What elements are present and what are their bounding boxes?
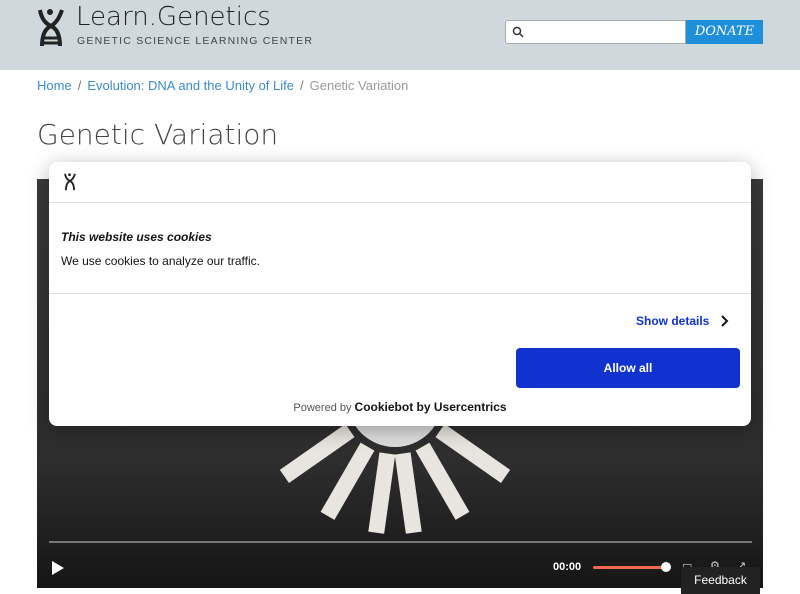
search-icon [512, 26, 524, 38]
cookie-dialog: This website uses cookies We use cookies… [49, 162, 751, 426]
show-details-link[interactable]: Show details [636, 314, 729, 328]
breadcrumb-current: Genetic Variation [309, 78, 409, 93]
divider [49, 293, 751, 294]
page-title: Genetic Variation [37, 118, 279, 151]
cookiebot-brand[interactable]: Cookiebot by Usercentrics [355, 400, 507, 414]
cookie-header [49, 162, 751, 203]
allow-all-button[interactable]: Allow all [516, 348, 740, 388]
feedback-button[interactable]: Feedback [681, 567, 760, 594]
powered-by: Powered by Cookiebot by Usercentrics [49, 400, 751, 414]
breadcrumb-separator: / [300, 78, 304, 93]
play-icon[interactable] [51, 560, 65, 576]
donate-button[interactable]: DONATE [686, 20, 763, 44]
site-header: Learn.Genetics GENETIC SCIENCE LEARNING … [0, 0, 800, 70]
cookie-text: We use cookies to analyze our traffic. [61, 254, 260, 268]
site-logo[interactable]: Learn.Genetics GENETIC SCIENCE LEARNING … [36, 2, 312, 50]
chevron-right-icon [721, 315, 729, 327]
breadcrumb: Home / Evolution: DNA and the Unity of Lif… [37, 78, 408, 93]
volume-slider[interactable] [593, 566, 665, 569]
logo-subtitle: GENETIC SCIENCE LEARNING CENTER [77, 35, 314, 47]
video-time: 00:00 [553, 561, 582, 573]
breadcrumb-home[interactable]: Home [37, 78, 72, 93]
search-input[interactable] [505, 20, 686, 44]
breadcrumb-evolution[interactable]: Evolution: DNA and the Unity of Life [87, 78, 294, 93]
dna-logo-icon [38, 9, 64, 47]
powered-by-label: Powered by [293, 402, 352, 414]
dna-logo-icon [64, 173, 76, 191]
show-details-label: Show details [636, 314, 710, 328]
breadcrumb-separator: / [77, 78, 82, 93]
logo-title: Learn.Genetics [76, 2, 271, 32]
video-progress-bar[interactable] [49, 541, 752, 543]
cookie-title: This website uses cookies [61, 230, 212, 244]
volume-knob[interactable] [661, 562, 671, 572]
